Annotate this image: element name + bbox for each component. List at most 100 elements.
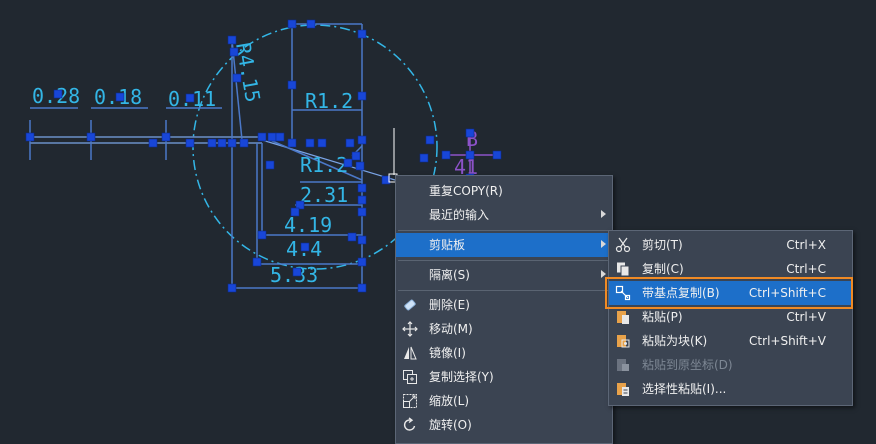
menu-item-mirror[interactable]: 镜像(I) (396, 341, 612, 365)
grip-point[interactable] (357, 257, 367, 267)
grip-point[interactable] (232, 73, 242, 83)
menu-item-cut[interactable]: 剪切(T) Ctrl+X (609, 233, 852, 257)
rotate-icon (402, 417, 418, 433)
menu-separator (398, 230, 610, 231)
grip-point[interactable] (492, 150, 502, 160)
menu-item-erase[interactable]: 删除(E) (396, 293, 612, 317)
menu-item-label: 重复COPY(R) (429, 184, 503, 198)
dim-label: 2.31 (300, 183, 348, 207)
grip-point[interactable] (207, 138, 217, 148)
submenu-arrow-icon (601, 210, 606, 218)
grip-point[interactable] (275, 132, 285, 142)
grip-point[interactable] (355, 161, 365, 171)
menu-item-paste-special[interactable]: 选择性粘贴(I)... (609, 377, 852, 401)
grip-point[interactable] (257, 230, 267, 240)
grip-point[interactable] (25, 132, 35, 142)
menu-item-clipboard[interactable]: 剪贴板 (396, 233, 612, 257)
menu-item-label: 移动(M) (429, 322, 473, 336)
menu-item-label: 删除(E) (429, 298, 470, 312)
grip-point[interactable] (287, 138, 297, 148)
grip-point[interactable] (357, 91, 367, 101)
grip-point[interactable] (86, 132, 96, 142)
menu-item-paste-original-coords: 粘贴到原坐标(D) (609, 353, 852, 377)
grip-point[interactable] (357, 135, 367, 145)
grip-point[interactable] (252, 257, 262, 267)
grip-point[interactable] (425, 135, 435, 145)
grip-point[interactable] (290, 207, 300, 217)
grip-point[interactable] (357, 235, 367, 245)
context-menu: 重复COPY(R) 最近的输入 剪贴板 隔离(S) 删除(E) 移动(M) 镜像… (395, 175, 613, 444)
grip-point[interactable] (351, 151, 361, 161)
grip-point[interactable] (305, 138, 315, 148)
grip-point[interactable] (161, 132, 171, 142)
grip-point[interactable] (265, 160, 275, 170)
grip-point[interactable] (267, 132, 277, 142)
grip-point[interactable] (465, 128, 475, 138)
grip-point[interactable] (257, 132, 267, 142)
grip-point[interactable] (357, 183, 367, 193)
menu-item-label: 缩放(L) (429, 394, 470, 408)
paste-original-coords-icon (615, 357, 631, 373)
grip-point[interactable] (347, 232, 357, 242)
grip-point[interactable] (115, 92, 125, 102)
grip-point[interactable] (239, 138, 249, 148)
menu-item-isolate[interactable]: 隔离(S) (396, 263, 612, 287)
grip-point[interactable] (217, 138, 227, 148)
grip-point[interactable] (357, 195, 367, 205)
grip-point[interactable] (227, 35, 237, 45)
grip-point[interactable] (287, 80, 297, 90)
grip-point[interactable] (345, 138, 355, 148)
dim-label: R1.2 (300, 153, 348, 177)
paste-as-block-icon (615, 333, 631, 349)
crosshair-cursor (388, 128, 412, 183)
menu-item-rotate[interactable]: 旋转(O) (396, 413, 612, 437)
menu-item-label: 粘贴到原坐标(D) (642, 358, 733, 372)
menu-item-recent-input[interactable]: 最近的输入 (396, 203, 612, 227)
menu-item-label: 复制选择(Y) (429, 370, 494, 384)
grip-point[interactable] (148, 138, 158, 148)
clipboard-submenu: 剪切(T) Ctrl+X 复制(C) Ctrl+C 带基点复制(B) Ctrl+… (608, 230, 853, 406)
grip-point[interactable] (185, 138, 195, 148)
grip-point[interactable] (227, 283, 237, 293)
shortcut-label: Ctrl+C (786, 262, 826, 276)
menu-item-label: 剪切(T) (642, 238, 683, 252)
grip-point[interactable] (300, 242, 310, 252)
grip-point[interactable] (357, 207, 367, 217)
grip-point[interactable] (227, 138, 237, 148)
shortcut-label: Ctrl+V (786, 310, 826, 324)
menu-item-move[interactable]: 移动(M) (396, 317, 612, 341)
paste-icon (615, 309, 631, 325)
menu-item-label: 镜像(I) (429, 346, 466, 360)
eraser-icon (402, 297, 418, 313)
menu-item-paste-as-block[interactable]: 粘贴为块(K) Ctrl+Shift+V (609, 329, 852, 353)
grip-point[interactable] (292, 267, 302, 277)
menu-item-label: 粘贴(P) (642, 310, 683, 324)
scale-icon (402, 393, 418, 409)
grip-point[interactable] (306, 19, 316, 29)
cut-icon (615, 237, 631, 253)
copy-selection-icon (402, 369, 418, 385)
menu-item-repeat-copy[interactable]: 重复COPY(R) (396, 179, 612, 203)
grip-point[interactable] (419, 153, 429, 163)
grip-point[interactable] (53, 89, 63, 99)
menu-item-label: 旋转(O) (429, 418, 472, 432)
grip-point[interactable] (465, 150, 475, 160)
shortcut-label: Ctrl+Shift+V (749, 334, 826, 348)
menu-item-copy-selection[interactable]: 复制选择(Y) (396, 365, 612, 389)
grip-point[interactable] (287, 19, 297, 29)
grip-point[interactable] (229, 47, 239, 57)
grip-point[interactable] (185, 93, 195, 103)
menu-item-label: 隔离(S) (429, 268, 470, 282)
menu-item-scale[interactable]: 缩放(L) (396, 389, 612, 413)
focus-outline (605, 277, 853, 309)
grip-point[interactable] (357, 29, 367, 39)
move-icon (402, 321, 418, 337)
grip-point[interactable] (343, 158, 353, 168)
grip-point[interactable] (357, 283, 367, 293)
menu-item-label: 复制(C) (642, 262, 684, 276)
grip-point[interactable] (317, 138, 327, 148)
menu-separator (398, 260, 610, 261)
grip-point[interactable] (441, 150, 451, 160)
mirror-icon (402, 345, 418, 361)
menu-item-label: 最近的输入 (429, 208, 490, 222)
